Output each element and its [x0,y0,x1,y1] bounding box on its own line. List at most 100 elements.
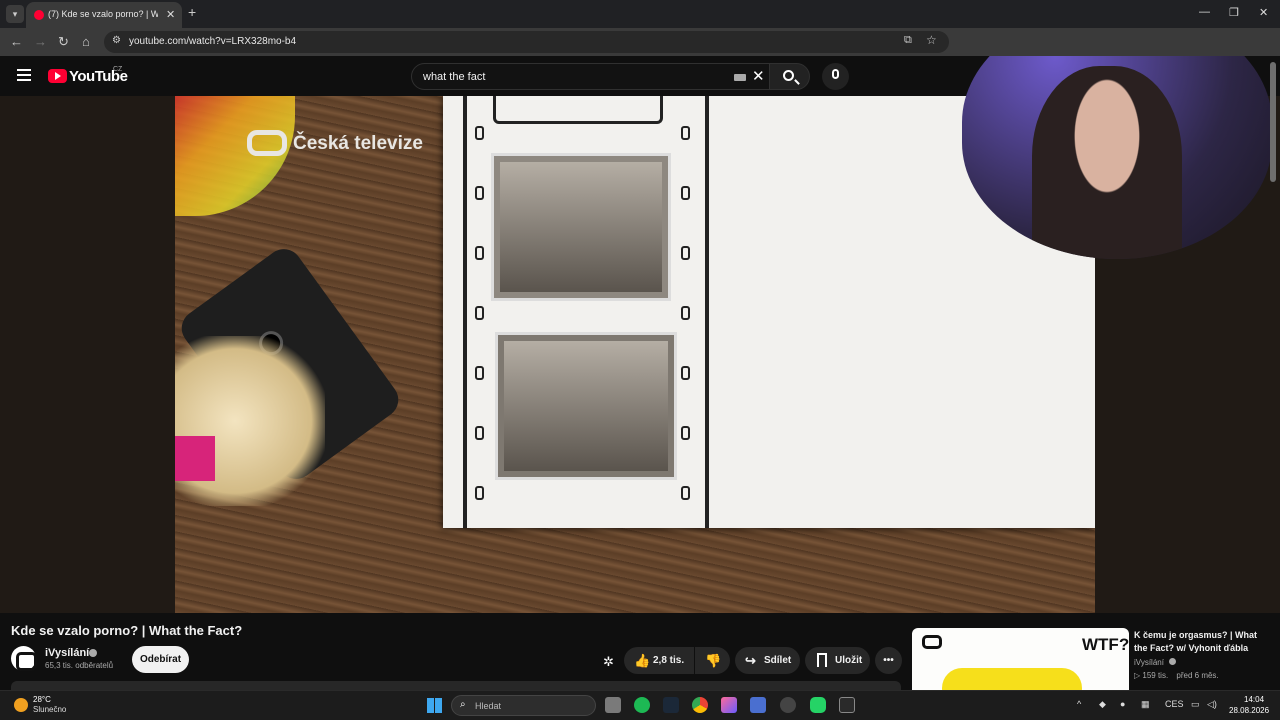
sprocket-hole [681,186,690,200]
file-explorer-icon[interactable] [605,697,621,713]
address-bar: ← → ↻ ⌂ ⚙ youtube.com/watch?v=LRX328mo-b… [0,28,1280,56]
streamer-figure [1032,66,1182,259]
sprocket-hole [681,306,690,320]
url-text: youtube.com/watch?v=LRX328mo-b4 [129,36,297,47]
weather-temperature[interactable]: 28°C [33,695,51,704]
dropbox-icon[interactable]: ◆ [1099,699,1106,710]
film-frame-top [493,96,663,124]
obs-icon[interactable] [780,697,796,713]
subscribe-button[interactable]: Odebírat [132,646,189,673]
search-button[interactable] [769,63,810,90]
back-icon[interactable]: ← [10,34,23,49]
doll-dress [175,436,215,481]
keyboard-tray-icon[interactable]: ▦ [1141,699,1150,710]
country-code: CZ [113,66,123,73]
menu-icon[interactable] [17,69,31,81]
ceska-televize-logo-icon [922,635,942,649]
search-icon: ⌕ [460,699,466,710]
share-icon: ↪ [745,653,756,668]
clear-search-icon[interactable]: ✕ [752,67,765,85]
vintage-photo [495,332,677,480]
mic-tray-icon[interactable]: ● [1120,699,1125,709]
sprocket-hole [475,246,484,260]
search-input[interactable]: what the fact ✕ [411,63,770,90]
epic-games-icon[interactable] [839,697,855,713]
reload-icon[interactable]: ↻ [58,34,69,50]
channel-name[interactable]: iVysílání [45,647,89,659]
recommended-video-channel[interactable]: iVysílání [1134,658,1177,667]
clock-date[interactable]: 28.08.2026 [1229,706,1269,715]
recommended-video-meta: ▷ 159 tis. před 6 měs. [1134,671,1219,680]
ceska-televize-logo-icon [247,130,287,156]
windows-taskbar: 28°C Slunečno ⌕ Hledat ^ ◆ ● ▦ CES ▭ ◁) … [0,690,1280,720]
recommended-video-thumbnail[interactable]: WTF? [912,628,1129,690]
taskbar-search-input[interactable]: ⌕ Hledat [451,695,596,716]
home-icon[interactable]: ⌂ [82,34,90,49]
site-info-icon[interactable]: ⚙ [112,35,121,46]
microphone-icon [832,69,839,79]
bookmark-icon [817,653,827,667]
page-scrollbar[interactable] [1270,62,1276,182]
recommended-video-title[interactable]: K čemu je orgasmus? | What the Fact? w/ … [1134,629,1264,655]
video-frame: Česká televize [175,96,1095,613]
sun-icon[interactable] [14,698,28,712]
description-box[interactable] [11,681,901,690]
network-icon[interactable]: ▭ [1191,699,1200,710]
sprocket-hole [681,366,690,380]
forward-icon[interactable]: → [34,34,47,49]
share-button[interactable]: ↪ Sdílet [735,647,800,674]
whatsapp-icon[interactable] [810,697,826,713]
save-button[interactable]: Uložit [805,647,870,674]
thumbnail-text: WTF? [1082,635,1129,654]
clock-time[interactable]: 14:04 [1244,695,1264,704]
taskbar-search-placeholder: Hledat [475,701,502,711]
sprocket-hole [681,126,690,140]
tab-list-icon[interactable]: ▾ [6,5,24,23]
thumbs-down-icon: 👎 [705,653,722,668]
share-label: Sdílet [764,655,792,666]
weather-description[interactable]: Slunečno [33,705,66,714]
plus-icon[interactable]: + [188,4,196,20]
subscriber-count: 65,3 tis. odběratelů [45,661,114,670]
video-title: Kde se vzalo porno? | What the Fact? [11,623,243,638]
spotify-icon[interactable] [634,697,650,713]
save-app-icon[interactable] [750,697,766,713]
chrome-icon[interactable] [692,697,708,713]
vintage-photo [491,153,671,301]
sprocket-hole [475,306,484,320]
close-icon[interactable]: ✕ [166,8,175,21]
recommended-channel-name: iVysílání [1134,658,1164,667]
like-button[interactable]: 👍 2,8 tis. [624,647,694,674]
save-label: Uložit [835,655,863,666]
minimize-icon[interactable]: — [1199,6,1210,18]
close-window-icon[interactable]: ✕ [1259,6,1268,19]
channel-avatar[interactable] [11,646,37,671]
thumbnail-banner [942,668,1082,690]
ask-ai-icon[interactable]: ✲ [603,654,614,670]
sprocket-hole [475,126,484,140]
dislike-button[interactable]: 👎 [695,647,730,674]
browser-tab[interactable]: (7) Kde se vzalo porno? | What the Fact … [26,2,182,28]
tab-title: (7) Kde se vzalo porno? | What the Fact [48,9,158,19]
voice-search-button[interactable] [822,63,849,90]
youtube-page: YouTube CZ what the fact ✕ Česká televiz… [0,56,1280,690]
view-count: 159 tis. [1142,671,1169,680]
browser-tab-bar: ▾ (7) Kde se vzalo porno? | What the Fac… [0,0,1280,28]
youtube-logo-icon[interactable] [48,69,67,83]
keyboard-icon[interactable] [734,74,746,81]
language-indicator[interactable]: CES [1165,699,1184,709]
volume-icon[interactable]: ◁) [1207,699,1217,710]
steam-icon[interactable] [663,697,679,713]
photos-icon[interactable] [721,697,737,713]
url-input[interactable]: ⚙ youtube.com/watch?v=LRX328mo-b4 ⧉ ☆ [104,31,949,53]
chevron-up-icon[interactable]: ^ [1077,699,1081,709]
windows-start-icon[interactable] [427,698,442,713]
star-icon[interactable]: ☆ [926,33,937,47]
more-actions-button[interactable]: ••• [875,647,902,674]
upload-age: před 6 měs. [1176,671,1219,680]
install-icon[interactable]: ⧉ [904,34,912,47]
sprocket-hole [681,426,690,440]
maximize-icon[interactable]: ❐ [1229,6,1239,19]
sprocket-hole [475,186,484,200]
more-icon: ••• [883,655,894,666]
